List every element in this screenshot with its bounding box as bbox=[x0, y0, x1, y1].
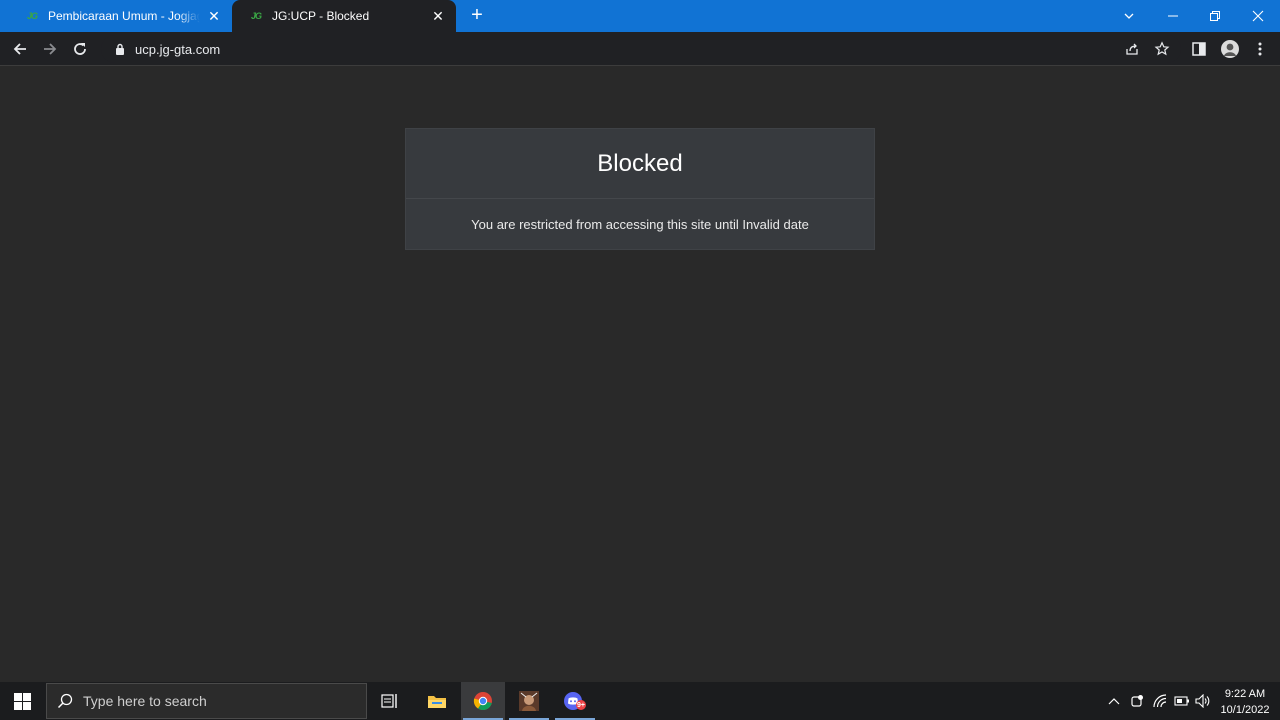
windows-taskbar: Type here to search 9+ 9:22 AM 10/1/2022 bbox=[0, 682, 1280, 720]
task-view-icon[interactable] bbox=[368, 682, 412, 720]
share-icon[interactable] bbox=[1120, 37, 1144, 61]
discord-icon[interactable]: 9+ bbox=[553, 682, 597, 720]
search-placeholder: Type here to search bbox=[83, 693, 207, 709]
discord-badge: 9+ bbox=[577, 702, 585, 709]
meet-now-icon[interactable] bbox=[1129, 693, 1145, 709]
jg-favicon-icon: JG bbox=[26, 11, 38, 21]
url-text: ucp.jg-gta.com bbox=[135, 41, 221, 57]
taskbar-search-box[interactable]: Type here to search bbox=[46, 683, 367, 719]
minimize-button[interactable] bbox=[1151, 0, 1195, 32]
close-window-button[interactable] bbox=[1236, 0, 1280, 32]
close-tab-icon[interactable]: ✕ bbox=[430, 8, 446, 24]
volume-icon[interactable] bbox=[1195, 693, 1211, 709]
page-content: Blocked You are restricted from accessin… bbox=[0, 67, 1280, 682]
jg-favicon-icon: JG bbox=[250, 11, 262, 21]
taskbar-clock[interactable]: 9:22 AM 10/1/2022 bbox=[1214, 686, 1276, 718]
page-title: Blocked bbox=[406, 129, 874, 199]
bookmark-star-icon[interactable] bbox=[1150, 37, 1174, 61]
clock-date: 10/1/2022 bbox=[1220, 704, 1270, 716]
profile-avatar-icon[interactable] bbox=[1218, 37, 1242, 61]
restore-button[interactable] bbox=[1193, 0, 1237, 32]
tab-strip: JG Pembicaraan Umum - Jogjagamers ✕ JG J… bbox=[0, 0, 1280, 32]
tab-pembicaraan-umum[interactable]: JG Pembicaraan Umum - Jogjagamers ✕ bbox=[8, 0, 232, 32]
back-arrow-icon[interactable] bbox=[8, 37, 32, 61]
address-bar[interactable]: ucp.jg-gta.com bbox=[101, 35, 1181, 63]
tab-jg-ucp-blocked[interactable]: JG JG:UCP - Blocked ✕ bbox=[232, 0, 456, 32]
reload-icon[interactable] bbox=[68, 37, 92, 61]
clock-time: 9:22 AM bbox=[1224, 688, 1266, 700]
tab-title: Pembicaraan Umum - Jogjagamers bbox=[48, 9, 200, 23]
side-panel-icon[interactable] bbox=[1187, 37, 1211, 61]
wifi-icon[interactable] bbox=[1152, 693, 1168, 709]
lock-icon[interactable] bbox=[113, 42, 127, 56]
show-hidden-icons-chevron-icon[interactable] bbox=[1106, 693, 1122, 709]
chrome-taskbar-icon[interactable] bbox=[461, 682, 505, 720]
blocked-card: Blocked You are restricted from accessin… bbox=[405, 128, 875, 250]
new-tab-button[interactable]: + bbox=[466, 5, 488, 27]
game-app-icon[interactable] bbox=[507, 682, 551, 720]
windows-start-icon[interactable] bbox=[0, 682, 45, 720]
forward-arrow-icon[interactable] bbox=[38, 37, 62, 61]
file-explorer-icon[interactable] bbox=[415, 682, 459, 720]
tab-search-icon[interactable] bbox=[1107, 0, 1151, 32]
battery-icon[interactable] bbox=[1174, 693, 1190, 709]
search-icon bbox=[57, 693, 73, 709]
menu-kebab-icon[interactable] bbox=[1248, 37, 1272, 61]
tab-title: JG:UCP - Blocked bbox=[272, 9, 370, 23]
close-tab-icon[interactable]: ✕ bbox=[206, 8, 222, 24]
blocked-message: You are restricted from accessing this s… bbox=[471, 216, 809, 232]
browser-toolbar: ucp.jg-gta.com bbox=[0, 32, 1280, 66]
